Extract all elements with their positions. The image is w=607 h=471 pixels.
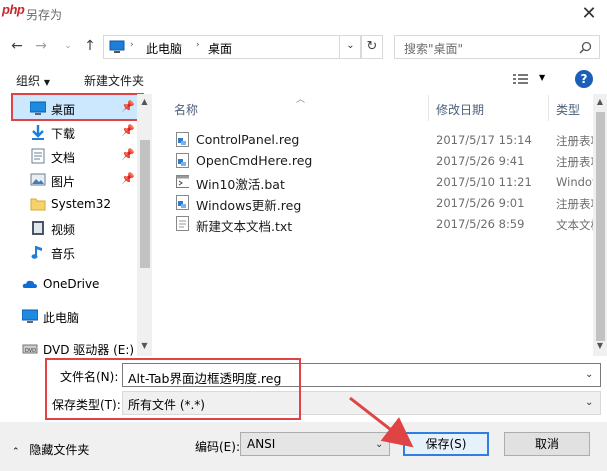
refresh-button[interactable]: ↻: [361, 35, 383, 59]
encoding-dropdown-icon: ⌄: [375, 439, 384, 450]
scroll-down-icon[interactable]: ▼: [137, 341, 152, 350]
pin-icon: 📌: [121, 100, 135, 113]
breadcrumb-separator-icon: ›: [196, 40, 200, 50]
videos-icon: [32, 221, 44, 235]
reg-file-icon: [176, 153, 189, 168]
navigation-pane: 桌面 📌 下载 📌 文档 📌 图片 📌 System32 视频 音乐 OneDr…: [0, 94, 152, 356]
forward-button[interactable]: →: [33, 35, 49, 57]
computer-icon: [22, 309, 38, 323]
close-button[interactable]: ✕: [574, 2, 604, 26]
pin-icon: 📌: [121, 172, 135, 185]
search-placeholder: 搜索"桌面": [404, 42, 464, 56]
sidebar-item-pictures[interactable]: 图片 📌: [0, 168, 145, 192]
scroll-up-icon[interactable]: ▲: [137, 97, 152, 106]
pictures-icon: [30, 173, 46, 186]
svg-text:DVD: DVD: [25, 348, 36, 354]
filename-dropdown-icon[interactable]: ⌄: [585, 369, 593, 380]
download-icon: [32, 125, 44, 140]
dvd-icon: DVD: [22, 344, 38, 354]
sidebar-item-system32[interactable]: System32: [0, 192, 145, 216]
scroll-down-icon[interactable]: ▼: [593, 341, 607, 350]
breadcrumb-separator-icon: ›: [130, 40, 134, 50]
sidebar-item-videos[interactable]: 视频: [0, 216, 145, 240]
sidebar-item-this-pc[interactable]: 此电脑: [0, 304, 137, 328]
sidebar-item-documents[interactable]: 文档 📌: [0, 144, 145, 168]
up-button[interactable]: ↑: [82, 35, 98, 57]
file-row[interactable]: ControlPanel.reg 2017/5/17 15:14 注册表项: [153, 129, 607, 151]
fields-annotation-box: [45, 358, 301, 420]
sidebar-item-dvd-drive[interactable]: DVD DVD 驱动器 (E:) C: [0, 336, 146, 356]
file-row[interactable]: Win10激活.bat 2017/5/10 11:21 Windows: [153, 171, 607, 193]
sort-ascending-icon: ︿: [296, 95, 306, 105]
scroll-up-icon[interactable]: ▲: [593, 97, 607, 106]
music-icon: [31, 246, 42, 259]
sidebar-item-onedrive[interactable]: OneDrive: [0, 272, 137, 296]
command-toolbar: 组织 ▼ 新建文件夹 ▼ ?: [0, 67, 607, 93]
pin-icon: 📌: [121, 148, 135, 161]
organize-menu[interactable]: 组织 ▼: [16, 72, 50, 89]
file-row[interactable]: OpenCmdHere.reg 2017/5/26 9:41 注册表项: [153, 150, 607, 172]
window-title: 另存为: [26, 8, 63, 22]
file-row[interactable]: Windows更新.reg 2017/5/26 9:01 注册表项: [153, 192, 607, 214]
sidebar-item-desktop[interactable]: 桌面 📌: [0, 96, 145, 120]
encoding-value: ANSI: [247, 437, 276, 451]
php-watermark-logo: php: [2, 2, 25, 17]
filetype-dropdown-icon[interactable]: ⌄: [585, 397, 593, 408]
help-button[interactable]: ?: [575, 70, 593, 88]
save-button[interactable]: 保存(S): [403, 432, 489, 456]
column-header-type[interactable]: 类型: [556, 101, 580, 118]
view-options-icon[interactable]: [513, 73, 529, 86]
column-header-date[interactable]: 修改日期: [436, 101, 484, 118]
reg-file-icon: [176, 132, 189, 147]
address-bar[interactable]: › 此电脑 › 桌面: [103, 35, 361, 59]
column-header-name[interactable]: 名称: [174, 101, 198, 118]
file-row[interactable]: 新建文本文档.txt 2017/5/26 8:59 文本文档: [153, 213, 607, 235]
sidebar-item-downloads[interactable]: 下载 📌: [0, 120, 145, 144]
onedrive-icon: [22, 280, 37, 288]
computer-icon: [109, 40, 125, 53]
recent-locations-dropdown[interactable]: ⌄: [60, 35, 76, 57]
reg-file-icon: [176, 195, 189, 210]
pin-icon: 📌: [121, 124, 135, 137]
address-dropdown-icon[interactable]: ⌄: [339, 35, 361, 59]
hide-folders-toggle[interactable]: ⌃ 隐藏文件夹: [12, 441, 89, 458]
file-list-scrollbar-thumb[interactable]: [596, 112, 605, 341]
search-icon: [579, 41, 592, 54]
collapse-icon: ⌃: [12, 447, 20, 457]
cancel-button[interactable]: 取消: [504, 432, 590, 456]
search-input[interactable]: 搜索"桌面": [394, 35, 600, 59]
sidebar-scrollbar-thumb[interactable]: [140, 140, 150, 268]
sidebar-item-music[interactable]: 音乐: [0, 240, 145, 264]
bat-file-icon: [176, 175, 189, 188]
encoding-select[interactable]: ANSI ⌄: [240, 432, 390, 456]
txt-file-icon: [176, 216, 189, 231]
view-dropdown-icon[interactable]: ▼: [539, 73, 545, 82]
title-bar: php 另存为 ✕: [0, 0, 607, 30]
breadcrumb-desktop[interactable]: 桌面: [208, 40, 232, 57]
folder-icon: [30, 198, 46, 211]
documents-icon: [31, 148, 45, 164]
file-list-header: ︿ 名称 修改日期 类型: [153, 95, 607, 121]
new-folder-button[interactable]: 新建文件夹: [84, 72, 144, 89]
desktop-icon: [30, 101, 46, 115]
encoding-label: 编码(E):: [195, 440, 240, 454]
back-button[interactable]: ←: [9, 35, 25, 57]
breadcrumb-this-pc[interactable]: 此电脑: [146, 40, 182, 57]
